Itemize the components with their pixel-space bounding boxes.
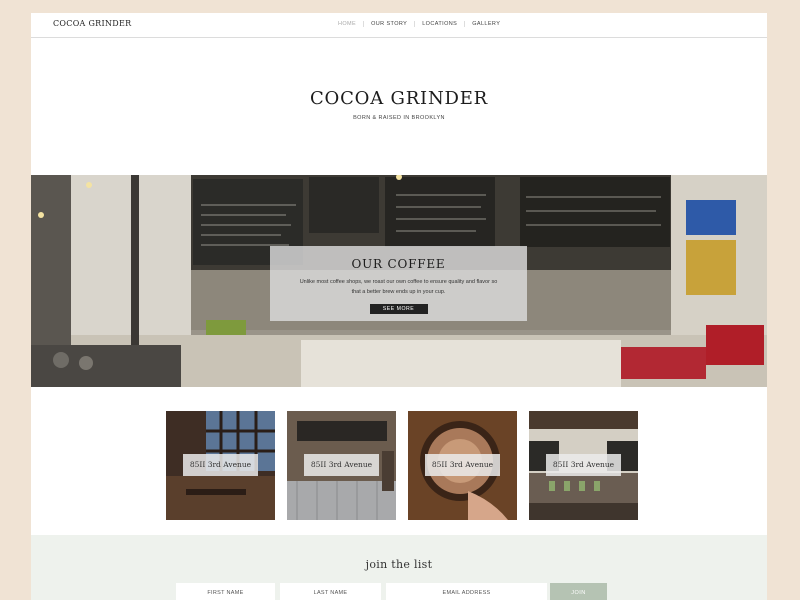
our-coffee-text: Unlike most coffee shops, we roast our o… xyxy=(299,279,498,295)
nav-item-gallery[interactable]: GALLERY xyxy=(465,21,507,27)
nav-item-locations[interactable]: LOCATIONS xyxy=(415,21,466,27)
coffee-banner: OUR COFFEE Unlike most coffee shops, we … xyxy=(31,175,767,387)
location-card[interactable]: 85II 3rd Avenue xyxy=(408,411,517,520)
location-label: 85II 3rd Avenue xyxy=(304,454,379,476)
hero-section: COCOA GRINDER BORN & RAISED IN BROOKLYN xyxy=(31,38,767,175)
hero-subtitle: BORN & RAISED IN BROOKLYN xyxy=(353,115,445,121)
location-card[interactable]: 85II 3rd Avenue xyxy=(166,411,275,520)
our-coffee-title: OUR COFFEE xyxy=(351,257,446,271)
first-name-field[interactable]: FIRST NAME xyxy=(176,583,275,600)
top-nav: COCOA GRINDER HOME OUR STORY LOCATIONS G… xyxy=(31,13,767,38)
locations-section: 85II 3rd Avenue 85II 3rd Avenue 85II 3rd… xyxy=(31,387,767,548)
signup-section: join the list FIRST NAME LAST NAME EMAIL… xyxy=(31,535,767,600)
join-button[interactable]: JOIN xyxy=(550,583,607,600)
nav-menu: HOME OUR STORY LOCATIONS GALLERY xyxy=(331,21,507,27)
signup-title: join the list xyxy=(365,558,433,571)
nav-item-home[interactable]: HOME xyxy=(331,21,365,27)
location-label: 85II 3rd Avenue xyxy=(183,454,258,476)
hero-title: COCOA GRINDER xyxy=(309,88,489,109)
our-coffee-card: OUR COFFEE Unlike most coffee shops, we … xyxy=(270,246,527,321)
last-name-field[interactable]: LAST NAME xyxy=(280,583,381,600)
see-more-button[interactable]: SEE MORE xyxy=(369,304,428,314)
location-label: 85II 3rd Avenue xyxy=(425,454,500,476)
nav-item-our-story[interactable]: OUR STORY xyxy=(364,21,416,27)
location-card[interactable]: 85II 3rd Avenue xyxy=(529,411,638,520)
location-label: 85II 3rd Avenue xyxy=(546,454,621,476)
email-field[interactable]: EMAIL ADDRESS xyxy=(386,583,547,600)
page: COCOA GRINDER HOME OUR STORY LOCATIONS G… xyxy=(31,13,767,600)
brand-logo[interactable]: COCOA GRINDER xyxy=(53,19,131,28)
location-card[interactable]: 85II 3rd Avenue xyxy=(287,411,396,520)
